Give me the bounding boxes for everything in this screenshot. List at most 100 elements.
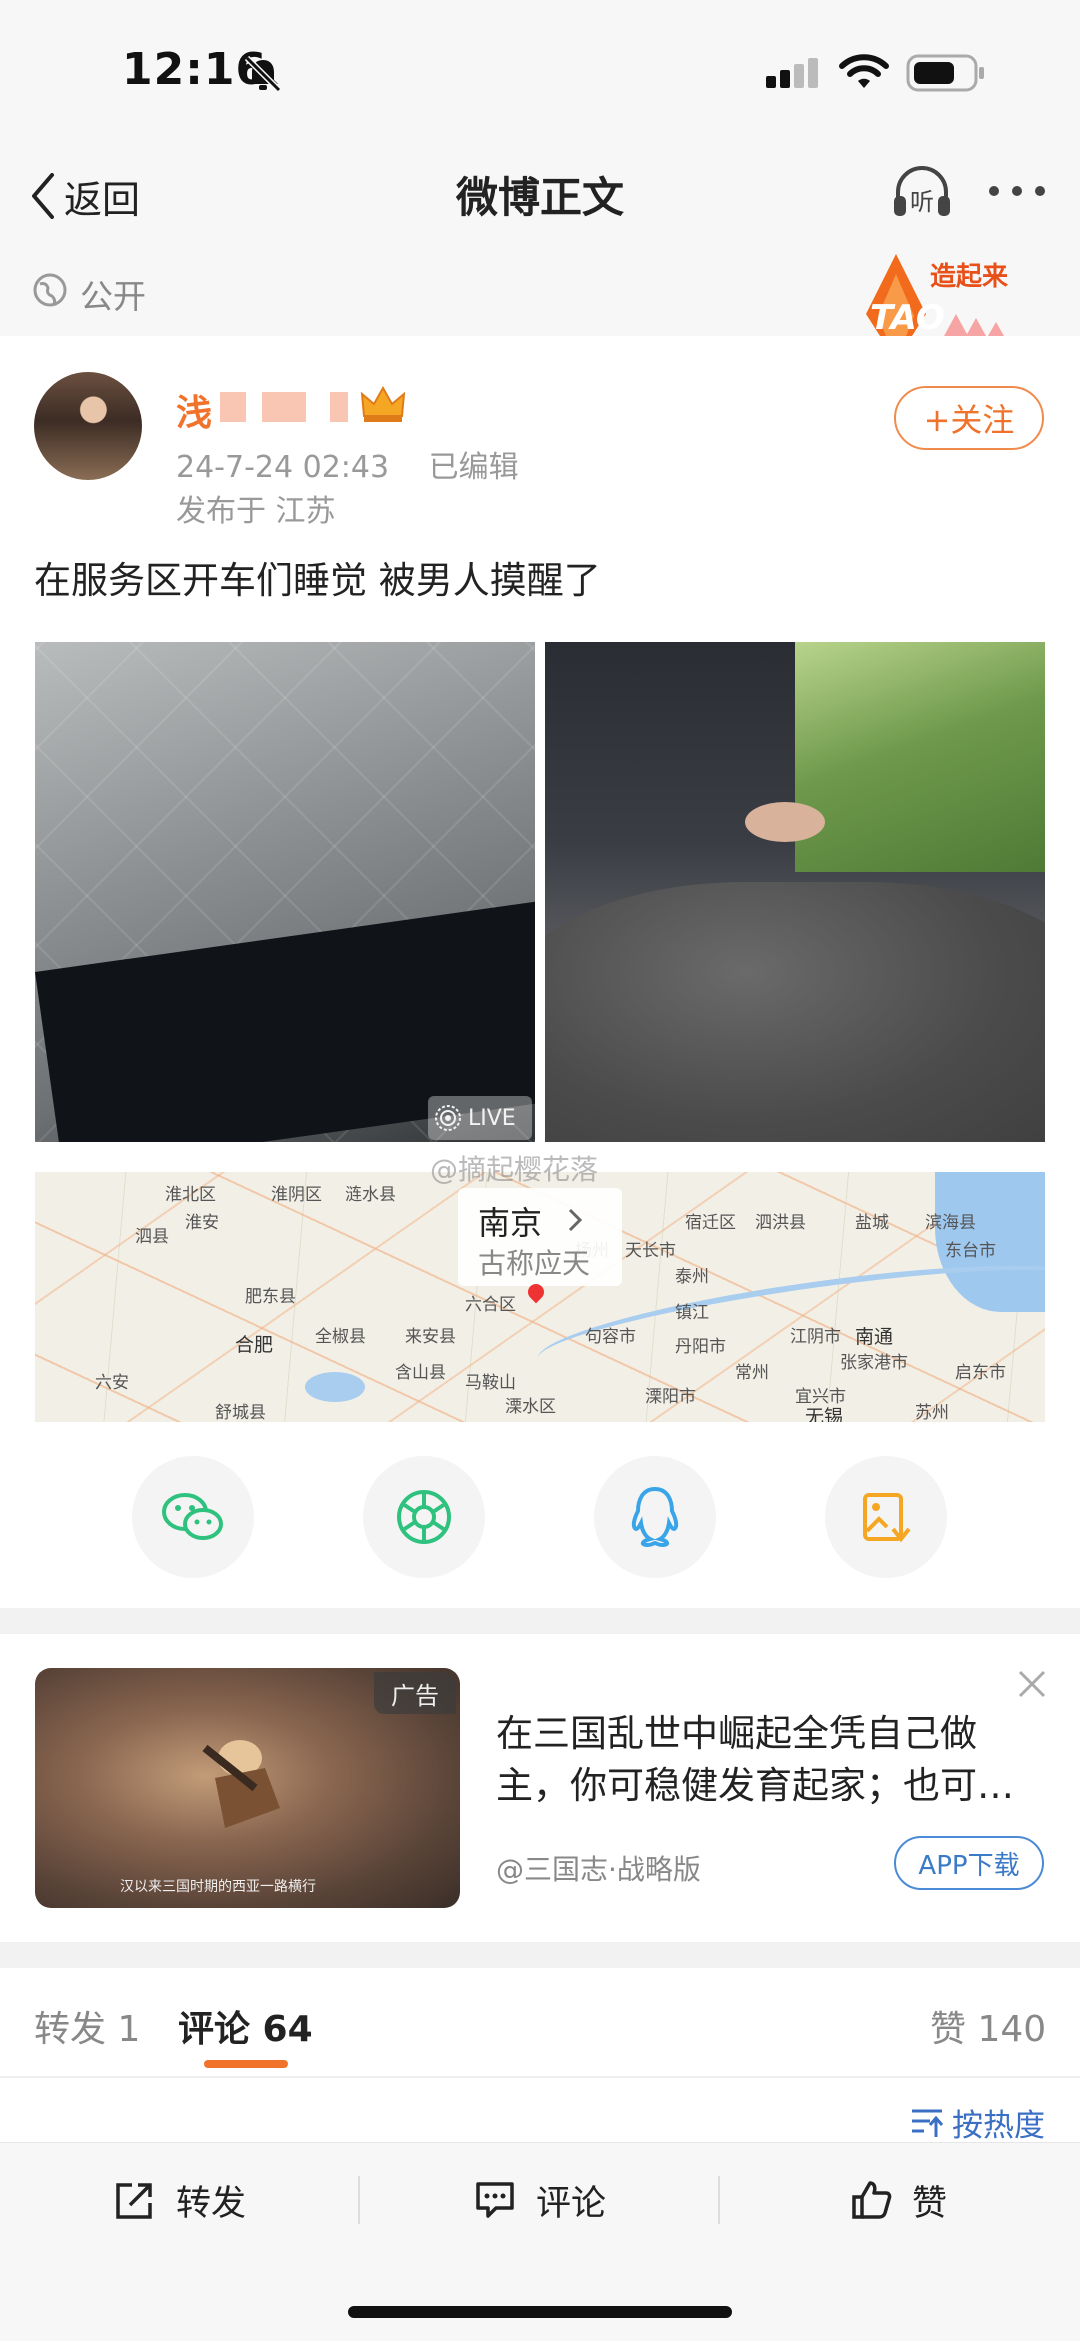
close-icon[interactable] [1016, 1668, 1048, 1700]
sort-icon [912, 2109, 944, 2137]
map-city: 含山县 [395, 1363, 446, 1383]
follow-button[interactable]: +关注 [894, 386, 1044, 450]
blanket-detail [545, 882, 1045, 1142]
map-city: 苏州 [915, 1403, 949, 1422]
map-city: 淮北区 [165, 1185, 216, 1205]
map-city: 宿迁区 [685, 1213, 736, 1233]
save-image-icon [863, 1493, 911, 1543]
map-city: 舒城县 [215, 1403, 266, 1422]
like-button[interactable]: 赞 [850, 2172, 947, 2228]
map-city: 常州 [735, 1363, 769, 1383]
promo-text: 造起来 [930, 262, 1009, 292]
visibility-label: 公开 [80, 277, 146, 316]
ad-source[interactable]: @三国志·战略版 [496, 1848, 701, 1888]
map-lake [305, 1372, 365, 1402]
car-window-view [795, 642, 1045, 872]
post-timestamp: 24-7-24 02:43 [176, 450, 390, 485]
map-city: 天长市 [625, 1241, 676, 1261]
promo-logo: TAO [870, 298, 945, 338]
ad-badge: 广告 [374, 1672, 456, 1714]
mute-bell-icon [244, 56, 282, 92]
map-city: 来安县 [405, 1327, 456, 1347]
promo-banner[interactable]: 造起来 TAO [856, 254, 1016, 338]
map-city: 六合区 [465, 1295, 516, 1315]
repost-label: 转发 [176, 2183, 247, 2224]
map-city: 盐城 [855, 1213, 889, 1233]
thumbs-up-icon [852, 2181, 892, 2219]
map-city: 马鞍山 [465, 1373, 516, 1393]
map-city: 六安 [95, 1373, 129, 1393]
map-city: 淮阴区 [271, 1185, 322, 1205]
map-city: 南通 [855, 1326, 894, 1348]
map-city: 泗县 [135, 1227, 169, 1247]
tab-comments[interactable]: 评论 64 [178, 2000, 313, 2052]
map-city: 肥东县 [245, 1287, 296, 1307]
ad-title[interactable]: 在三国乱世中崛起全凭自己做主，你可稳健发育起家；也可… [496, 1708, 1036, 1812]
map-city: 泰州 [675, 1267, 709, 1287]
nav-bar: 返回 微博正文 听 [0, 140, 1080, 247]
post-location: 发布于 江苏 [176, 494, 336, 529]
home-indicator[interactable] [348, 2306, 732, 2318]
map-city: 镇江 [675, 1303, 709, 1323]
post-image-1[interactable] [35, 642, 535, 1142]
map-location-card[interactable]: 南京 古称应天 [458, 1188, 622, 1286]
live-photo-icon [435, 1105, 461, 1131]
username-redaction [262, 392, 306, 422]
post-text: 在服务区开车们睡觉 被男人摸醒了 [34, 559, 601, 602]
username[interactable]: 浅 [176, 384, 212, 436]
map-city: 丹阳市 [675, 1337, 726, 1357]
map-city: 合肥 [235, 1334, 274, 1356]
share-wechat-button[interactable] [132, 1456, 254, 1578]
sort-label: 按热度 [952, 2108, 1045, 2144]
status-bar: 12:16 [0, 0, 1080, 140]
live-photo-badge[interactable]: LIVE [428, 1096, 532, 1140]
save-image-button[interactable] [825, 1456, 947, 1578]
wifi-icon [839, 54, 889, 88]
listen-label: 听 [910, 188, 934, 216]
map-city-name: 南京 [478, 1204, 543, 1242]
post-image-2[interactable] [545, 642, 1045, 1142]
more-icon[interactable] [988, 184, 1046, 198]
share-moments-button[interactable] [363, 1456, 485, 1578]
listen-button[interactable]: 听 [890, 162, 954, 224]
tab-reposts[interactable]: 转发 1 [34, 2000, 140, 2052]
watermark: @摘起樱花落 [430, 1153, 599, 1186]
warrior-figure-icon [202, 1740, 280, 1828]
username-redaction [220, 392, 246, 422]
avatar[interactable] [34, 372, 142, 480]
map-city: 启东市 [955, 1363, 1006, 1383]
share-out-icon [116, 2183, 152, 2219]
cellular-signal-icon [766, 58, 818, 88]
like-label: 赞 [912, 2183, 948, 2224]
share-qq-button[interactable] [594, 1456, 716, 1578]
ad-download-button[interactable]: APP下载 [894, 1836, 1044, 1890]
map-city: 溧阳市 [645, 1387, 696, 1407]
map-city: 东台市 [945, 1241, 996, 1261]
map-city: 张家港市 [840, 1353, 908, 1373]
map-city: 江阴市 [790, 1327, 841, 1347]
foot-detail [745, 802, 825, 842]
ad-caption: 汉以来三国时期的西亚一路横行 [120, 1879, 316, 1895]
comment-label: 评论 [536, 2183, 607, 2224]
divider [358, 2176, 360, 2224]
visibility-row: 公开 造起来 TAO [0, 246, 1080, 338]
map-city: 全椒县 [315, 1327, 366, 1347]
wechat-icon [162, 1493, 223, 1540]
map-city-subtitle: 古称应天 [478, 1247, 591, 1280]
section-divider [0, 1608, 1080, 1634]
edited-label[interactable]: 已编辑 [429, 450, 519, 485]
map-city: 句容市 [585, 1327, 636, 1347]
sort-button[interactable]: 按热度 [910, 2100, 1045, 2145]
repost-button[interactable]: 转发 [114, 2172, 246, 2228]
divider [0, 336, 1080, 342]
qq-icon [631, 1486, 679, 1548]
map-city: 泗洪县 [755, 1213, 806, 1233]
tab-likes[interactable]: 赞 140 [930, 2000, 1046, 2052]
comment-icon [476, 2182, 514, 2218]
section-divider [0, 1942, 1080, 1968]
chevron-right-icon [568, 1208, 583, 1232]
comment-button[interactable]: 评论 [474, 2172, 606, 2228]
map-city: 无锡 [805, 1406, 844, 1422]
map-city: 滨海县 [925, 1213, 976, 1233]
divider [718, 2176, 720, 2224]
